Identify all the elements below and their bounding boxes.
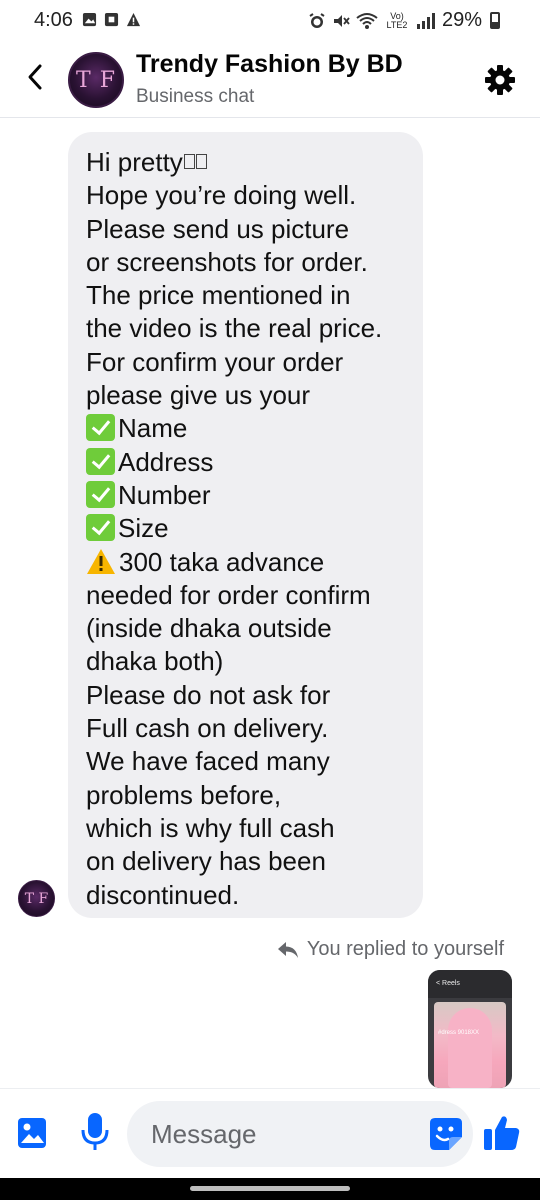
voice-button[interactable]: [78, 1111, 112, 1153]
check-mark-icon: [86, 414, 115, 442]
chat-title[interactable]: Trendy Fashion By BD: [136, 50, 403, 79]
chevron-left-icon: [28, 64, 42, 90]
avatar-monogram: T F: [76, 67, 116, 93]
sticker-icon: [430, 1118, 462, 1150]
reply-indicator: You replied to yourself: [277, 938, 504, 961]
message-line: or screenshots for order.: [86, 246, 368, 277]
message-line: Please do not ask for: [86, 679, 331, 710]
message-line: dhaka both): [86, 646, 224, 677]
message-line: 300 taka advance: [86, 546, 413, 579]
sender-avatar[interactable]: T F: [18, 880, 55, 917]
message-line: Hope you’re doing well.: [86, 180, 357, 211]
unsupported-emoji-icon: [183, 154, 195, 169]
message-line: Full cash on delivery.: [86, 713, 329, 744]
message-line: please give us your: [86, 380, 311, 411]
message-line: The price mentioned in: [86, 280, 351, 311]
check-mark-icon: [86, 447, 115, 475]
contact-avatar[interactable]: T F: [68, 52, 124, 108]
message-line: (inside dhaka outside: [86, 613, 332, 644]
battery-percent: 29%: [441, 9, 482, 31]
status-time: 4:06: [34, 9, 73, 31]
microphone-icon: [81, 1113, 109, 1150]
message-line: For confirm your order: [86, 346, 344, 377]
check-mark-icon: [86, 480, 115, 508]
message-line: needed for order confirm: [86, 579, 371, 610]
message-line: Please send us picture: [86, 213, 350, 244]
sender-avatar-monogram: T F: [24, 890, 49, 907]
app-notification-icon: [104, 12, 119, 27]
dress-shape: [448, 1008, 492, 1088]
signal-icon: [416, 12, 435, 29]
message-input[interactable]: [127, 1101, 473, 1167]
gallery-button[interactable]: [14, 1113, 50, 1153]
wifi-icon: [356, 12, 378, 29]
message-line: Hi pretty: [86, 146, 413, 179]
check-mark-icon: [86, 514, 115, 542]
warning-icon: [87, 548, 115, 574]
reply-label: You replied to yourself: [306, 938, 504, 960]
thumbnail-header: < Reels: [428, 970, 512, 998]
message-line: which is why full cash: [86, 812, 335, 843]
reply-attachment-thumbnail[interactable]: < Reels #dress 9018XX: [428, 970, 512, 1088]
message-line: Size: [86, 512, 413, 545]
gallery-notification-icon: [82, 12, 97, 27]
chat-header: T F Trendy Fashion By BD Business chat: [0, 40, 540, 118]
message-line: Number: [86, 479, 413, 512]
message-line: problems before,: [86, 779, 282, 810]
unsupported-emoji-icon: [195, 154, 207, 169]
mute-icon: [333, 14, 350, 27]
message-line: on delivery has been: [86, 846, 326, 877]
message-line: the video is the real price.: [86, 313, 383, 344]
image-icon: [18, 1118, 46, 1148]
chat-subtitle: Business chat: [136, 86, 255, 107]
home-gesture-handle[interactable]: [190, 1186, 350, 1191]
system-nav-bar: [0, 1178, 540, 1200]
status-bar: 4:06 Vo) LTE2 29%: [0, 0, 540, 40]
alarm-icon: [309, 12, 325, 28]
alert-notification-icon: [126, 12, 141, 27]
message-line: We have faced many: [86, 746, 330, 777]
like-button[interactable]: [482, 1113, 522, 1153]
message-line: Name: [86, 412, 413, 445]
message-line: Address: [86, 446, 413, 479]
battery-icon: [490, 12, 500, 29]
reply-arrow-icon: [277, 941, 298, 958]
sticker-button[interactable]: [428, 1115, 464, 1153]
incoming-message-bubble[interactable]: Hi pretty Hope you’re doing well. Please…: [68, 132, 423, 918]
message-composer: [0, 1088, 540, 1178]
status-right: Vo) LTE2 29%: [308, 9, 500, 32]
thumbs-up-icon: [484, 1116, 520, 1150]
settings-gear-icon[interactable]: [484, 64, 516, 96]
thumbnail-caption: #dress 9018XX: [438, 1030, 480, 1036]
back-button[interactable]: [20, 60, 50, 94]
message-line: discontinued.: [86, 879, 240, 910]
network-label: Vo) LTE2: [386, 10, 408, 30]
